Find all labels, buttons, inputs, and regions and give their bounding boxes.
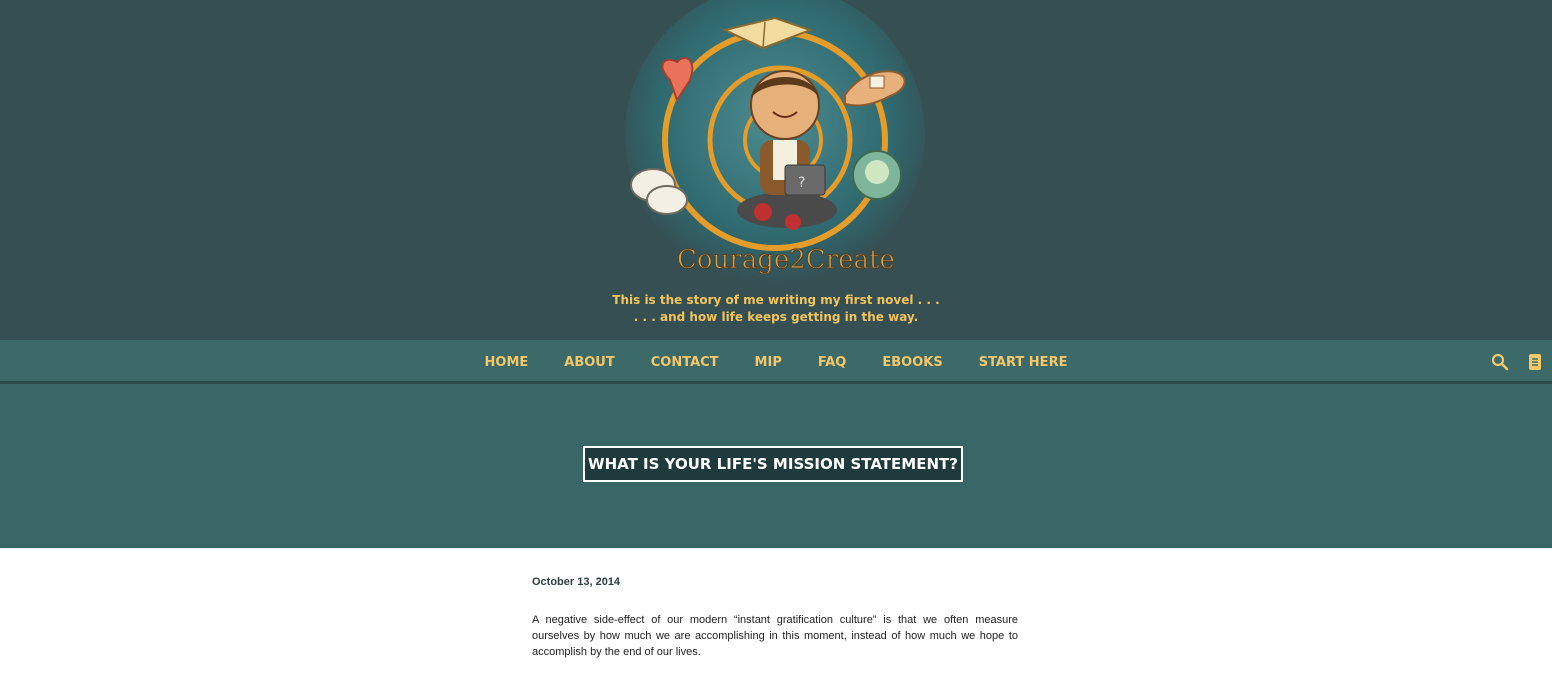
logo-wordmark: Courage2Create xyxy=(677,245,895,275)
nav-item-faq[interactable]: FAQ xyxy=(818,355,847,370)
svg-text:?: ? xyxy=(798,175,805,191)
post-hero: WHAT IS YOUR LIFE'S MISSION STATEMENT? xyxy=(0,384,1552,548)
nav-item-about[interactable]: ABOUT xyxy=(564,355,614,370)
post-date: October 13, 2014 xyxy=(532,576,621,588)
site-tagline: This is the story of me writing my first… xyxy=(0,292,1552,326)
nav-item-contact[interactable]: CONTACT xyxy=(651,355,719,370)
search-icon[interactable] xyxy=(1491,353,1509,371)
post-paragraph: A negative side-effect of our modern “in… xyxy=(532,614,1018,658)
nav-item-ebooks[interactable]: EBOOKS xyxy=(882,355,942,370)
nav-item-home[interactable]: HOME xyxy=(485,355,529,370)
nav-items: HOME ABOUT CONTACT MIP FAQ EBOOKS START … xyxy=(0,340,1552,384)
post-title-box: WHAT IS YOUR LIFE'S MISSION STATEMENT? xyxy=(583,446,963,482)
site-header: ? Courage2Create This is the story of me… xyxy=(0,0,1552,340)
main-navigation: HOME ABOUT CONTACT MIP FAQ EBOOKS START … xyxy=(0,340,1552,384)
book-icon[interactable] xyxy=(1526,353,1544,371)
tagline-line-2: . . . and how life keeps getting in the … xyxy=(633,310,919,324)
nav-item-start-here[interactable]: START HERE xyxy=(979,355,1068,370)
site-logo[interactable]: ? Courage2Create xyxy=(615,0,945,290)
brain-head-icon xyxy=(852,150,902,200)
nav-item-mip[interactable]: MIP xyxy=(755,355,782,370)
post-title: WHAT IS YOUR LIFE'S MISSION STATEMENT? xyxy=(588,455,958,473)
tagline-line-1: This is the story of me writing my first… xyxy=(612,293,940,307)
